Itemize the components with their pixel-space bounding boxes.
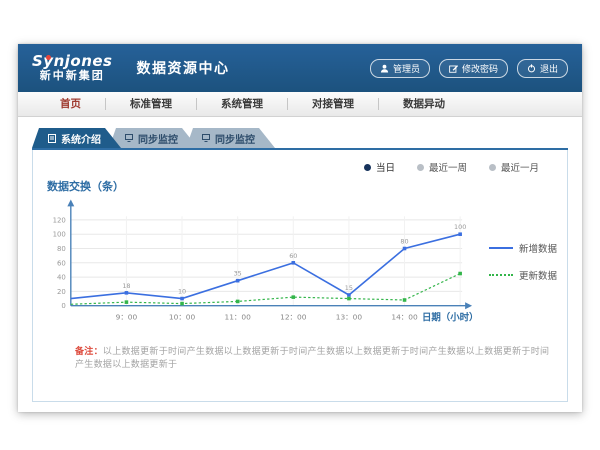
footnote-text: 以上数据更新于时间产生数据以上数据更新于时间产生数据以上数据更新于时间产生数据以… (75, 347, 549, 370)
line-chart: 0 20 40 60 80 100 120 9：00 10：00 11：00 12：00 13：00 1… (43, 194, 485, 334)
chart-panel: 当日 最近一周 最近一月 数据交换（条） 0 20 40 60 80 100 120 9：00… (32, 150, 568, 402)
tab-sync-monitor-1[interactable]: 同步监控 (109, 128, 198, 148)
edit-pencil-icon (449, 64, 458, 73)
filter-last-week[interactable]: 最近一周 (417, 160, 467, 174)
user-icon (380, 64, 389, 73)
svg-text:35: 35 (234, 270, 242, 278)
svg-text:60: 60 (289, 252, 297, 260)
svg-text:20: 20 (57, 288, 66, 296)
logo-text-en: Synjones (32, 54, 113, 70)
document-icon (48, 134, 56, 143)
svg-text:12：00: 12：00 (280, 313, 307, 322)
svg-text:60: 60 (57, 259, 66, 267)
legend-item-updated-data: 更新数据 (489, 268, 557, 282)
svg-text:14：00: 14：00 (391, 313, 418, 322)
admin-user-button[interactable]: 管理员 (370, 59, 430, 78)
header-bar: Synjones 新中新集团 数据资源中心 管理员 修改密码 退出 (18, 44, 582, 92)
chart-legend: 新增数据 更新数据 (489, 241, 557, 282)
header-actions: 管理员 修改密码 退出 (370, 59, 568, 78)
dotted-line-swatch-icon (489, 274, 513, 276)
svg-text:日期（小时）: 日期（小时） (422, 312, 479, 324)
radio-icon (417, 164, 424, 171)
svg-text:10: 10 (178, 288, 186, 296)
power-icon (527, 64, 536, 73)
content-area: 系统介绍 同步监控 同步监控 当日 (18, 117, 582, 402)
tab-bar: 系统介绍 同步监控 同步监控 (32, 128, 568, 150)
nav-item-system[interactable]: 系统管理 (197, 92, 287, 116)
tab-sync-monitor-2[interactable]: 同步监控 (186, 128, 275, 148)
nav-item-standards[interactable]: 标准管理 (106, 92, 196, 116)
page-title: 数据资源中心 (137, 58, 230, 78)
monitor-icon (125, 134, 133, 142)
svg-text:13：00: 13：00 (336, 313, 363, 322)
radio-icon (489, 164, 496, 171)
nav-item-home[interactable]: 首页 (36, 92, 105, 116)
radio-icon (364, 164, 371, 171)
filter-today[interactable]: 当日 (364, 160, 395, 174)
footnote: 备注：以上数据更新于时间产生数据以上数据更新于时间产生数据以上数据更新于时间产生… (75, 344, 557, 370)
nav-item-data-change[interactable]: 数据异动 (379, 92, 469, 116)
change-password-button[interactable]: 修改密码 (439, 59, 508, 78)
y-axis-title: 数据交换（条） (47, 178, 557, 194)
filter-last-month[interactable]: 最近一月 (489, 160, 539, 174)
time-range-filters: 当日 最近一周 最近一月 (43, 156, 557, 174)
svg-text:15: 15 (345, 284, 353, 292)
logout-button[interactable]: 退出 (517, 59, 568, 78)
svg-text:80: 80 (400, 238, 408, 246)
footnote-prefix: 备注： (75, 347, 103, 357)
tab-system-intro[interactable]: 系统介绍 (32, 128, 121, 148)
svg-text:0: 0 (61, 302, 65, 310)
svg-text:10：00: 10：00 (169, 313, 196, 322)
svg-text:80: 80 (57, 245, 66, 253)
nav-item-integration[interactable]: 对接管理 (288, 92, 378, 116)
chart-row: 0 20 40 60 80 100 120 9：00 10：00 11：00 12：00 13：00 1… (43, 194, 557, 334)
svg-text:9：00: 9：00 (116, 313, 138, 322)
svg-text:11：00: 11：00 (224, 313, 251, 322)
monitor-icon (202, 134, 210, 142)
company-logo: Synjones 新中新集团 (32, 54, 125, 81)
svg-text:100: 100 (53, 231, 66, 239)
legend-item-new-data: 新增数据 (489, 241, 557, 255)
svg-text:18: 18 (122, 282, 130, 290)
main-nav: 首页 标准管理 系统管理 对接管理 数据异动 (18, 92, 582, 117)
svg-text:100: 100 (454, 223, 466, 231)
svg-text:120: 120 (53, 216, 66, 224)
svg-text:40: 40 (57, 274, 66, 282)
logo-text-cn: 新中新集团 (40, 70, 105, 82)
app-window: Synjones 新中新集团 数据资源中心 管理员 修改密码 退出 (18, 44, 582, 412)
solid-line-swatch-icon (489, 247, 513, 249)
